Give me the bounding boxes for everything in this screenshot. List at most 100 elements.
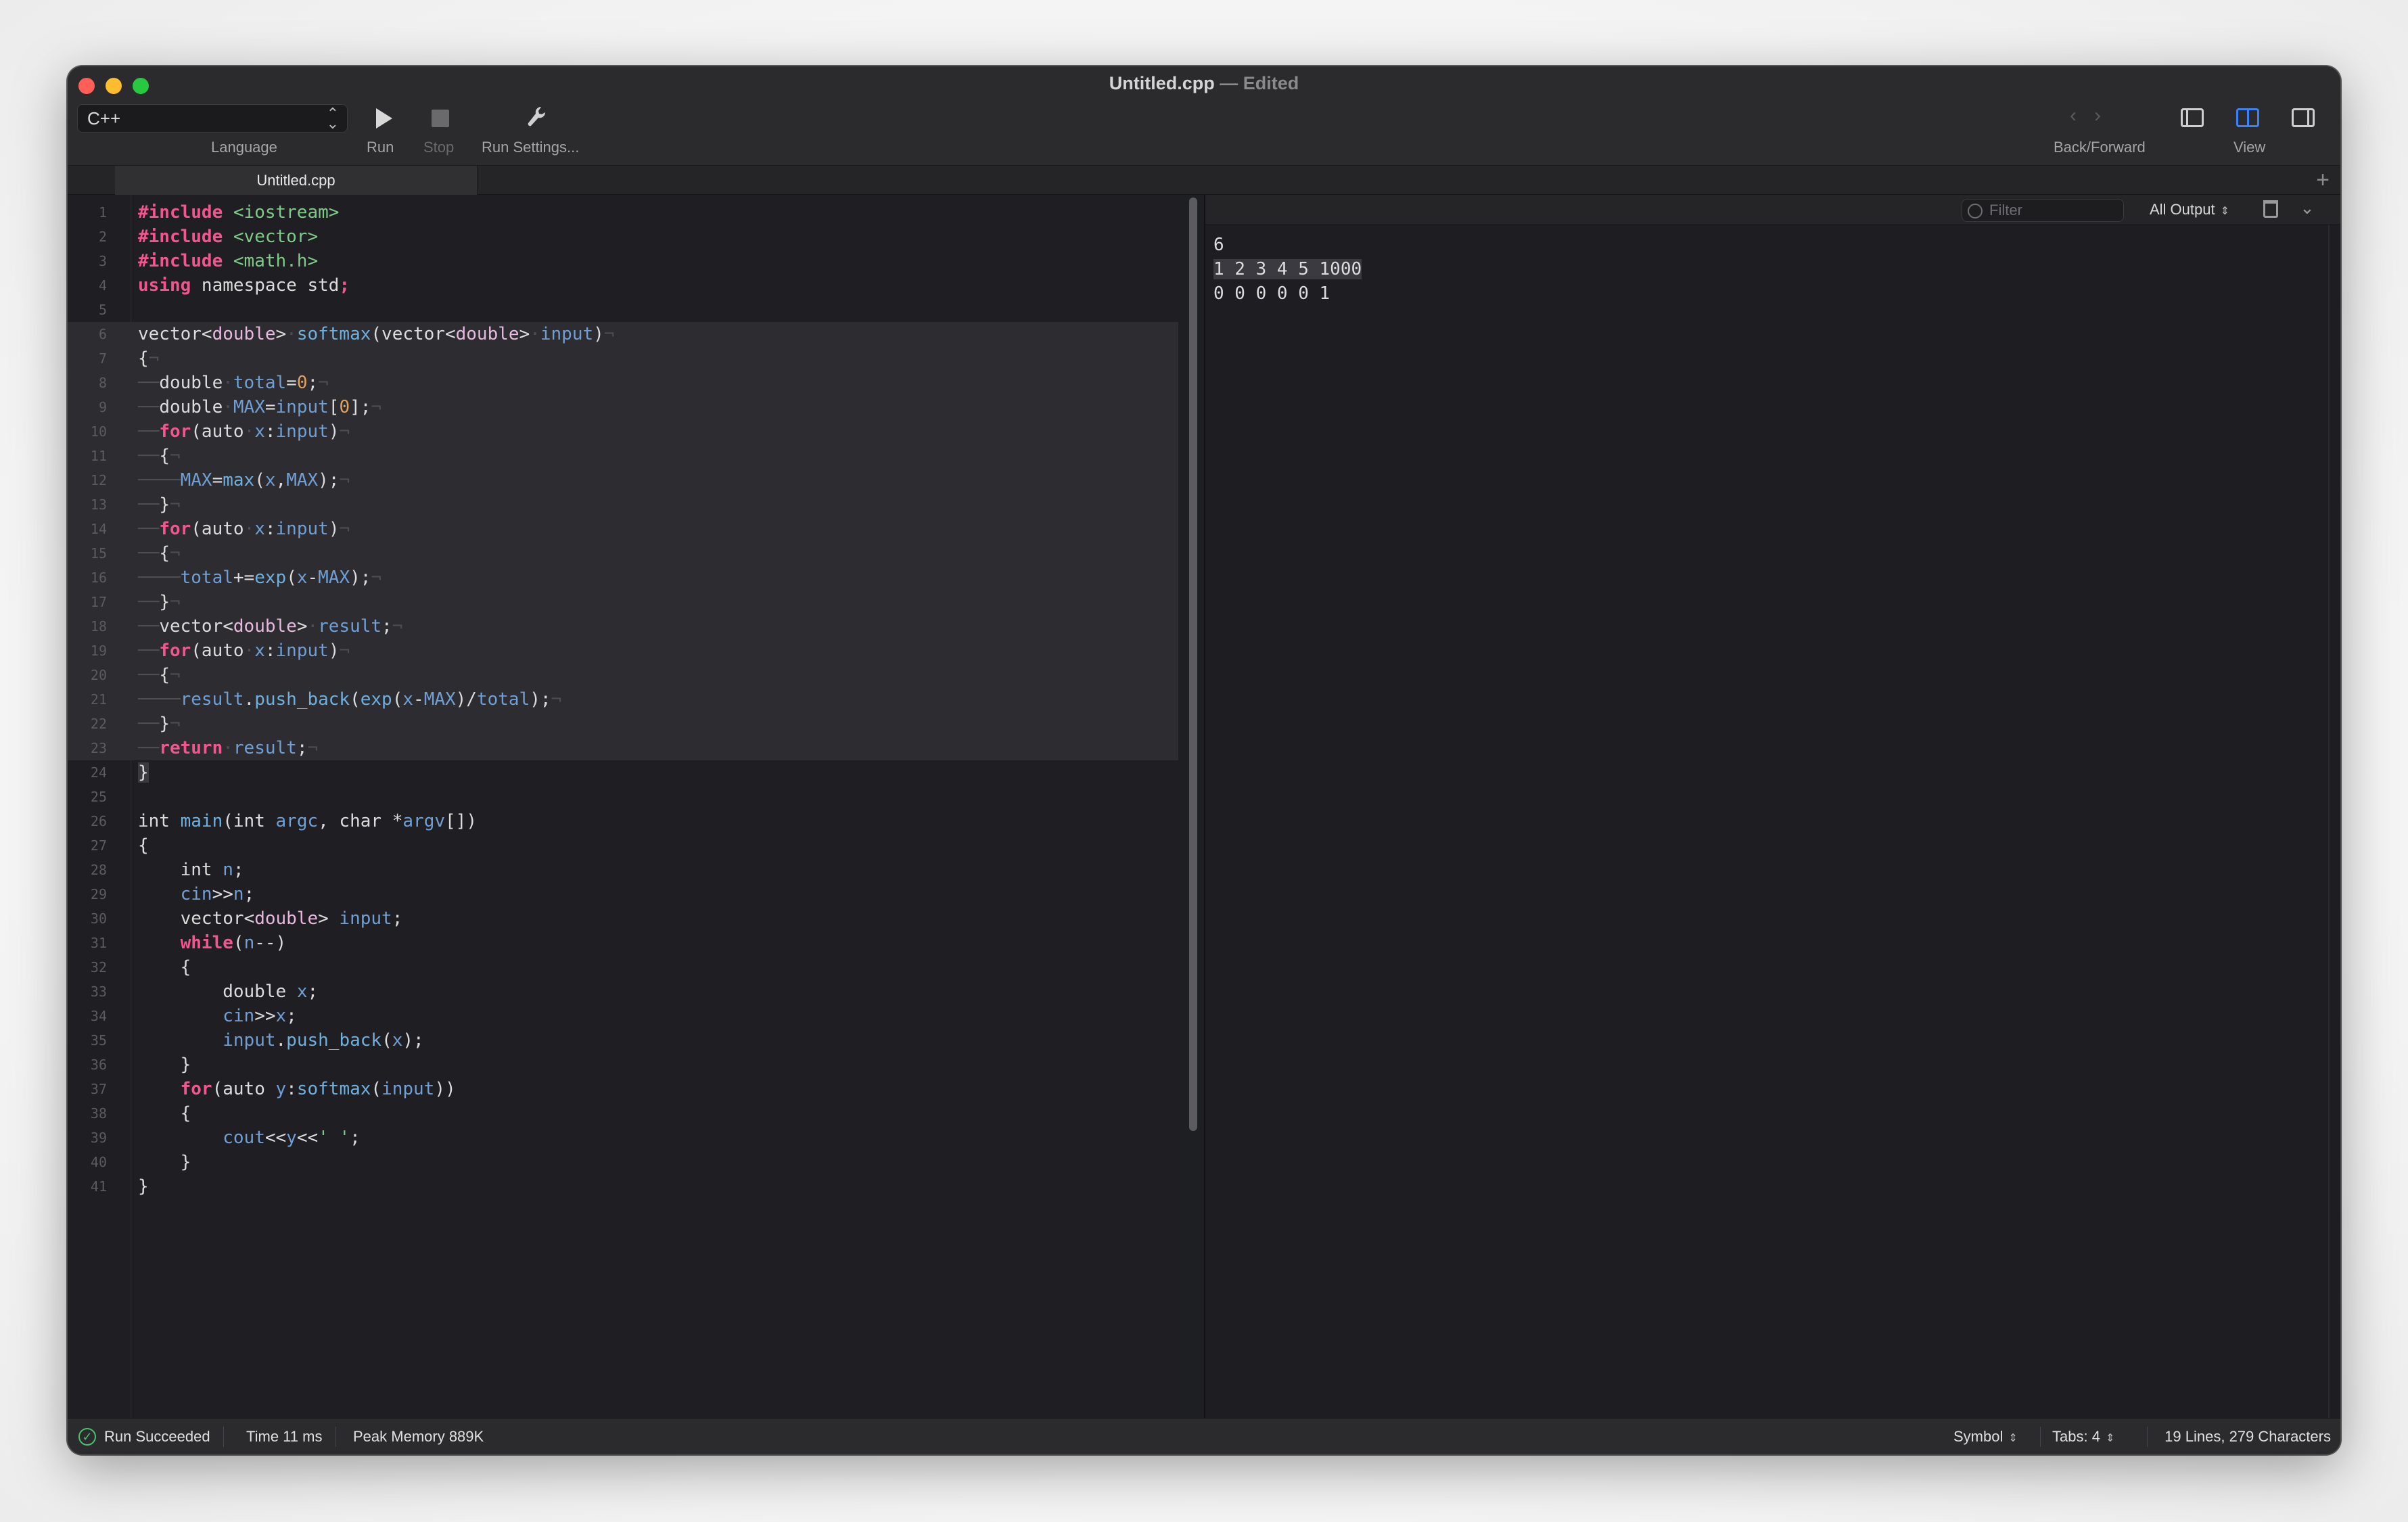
code-line: 6 vector<double>·softmax(vector<double>·i… (68, 322, 1178, 346)
divider (2040, 1427, 2041, 1447)
window-title: Untitled.cpp — Edited (68, 73, 2340, 94)
code-line: 21 ────result.push_back(exp(x-MAX)/total)… (68, 687, 1178, 712)
output-pane: Filter All Output ⇕ ⌄ 6 1 2 3 4 5 1000 0 … (1205, 195, 2340, 1418)
code-line: 23 ──return·result;¬ (68, 736, 1178, 760)
tabs-select[interactable]: Tabs: 4 ⇕ (2052, 1419, 2114, 1454)
run-status: Run Succeeded (104, 1428, 210, 1445)
code-line: 14 ──for(auto·x:input)¬ (68, 517, 1178, 541)
checkmark-circle-icon: ✓ (78, 1428, 96, 1446)
chevron-down-icon[interactable]: ⌄ (2300, 198, 2315, 218)
output-line: 6 (1213, 235, 1224, 255)
document-name: Untitled.cpp (1109, 73, 1215, 93)
peak-memory: Peak Memory 889K (353, 1428, 484, 1445)
output-toolbar: Filter All Output ⇕ ⌄ (1205, 195, 2340, 225)
code-line: 19 ──for(auto·x:input)¬ (68, 639, 1178, 663)
output-line: 0 0 0 0 0 1 (1213, 283, 1330, 304)
code-line: 2 #include <vector> (98, 227, 319, 247)
run-icon[interactable] (376, 108, 392, 129)
trash-icon[interactable] (2263, 200, 2278, 218)
document-stats: 19 Lines, 279 Characters (2164, 1428, 2331, 1445)
output-line: 1 2 3 4 5 1000 (1213, 257, 1362, 281)
code-line: 32 { (90, 957, 191, 977)
tab-untitled-cpp[interactable]: Untitled.cpp (115, 166, 478, 195)
code-line: 12 ────MAX=max(x,MAX);¬ (68, 468, 1178, 492)
code-line: 33 double x; (90, 982, 319, 1002)
language-value: C++ (87, 108, 121, 129)
wrench-icon[interactable] (526, 106, 547, 129)
code-line: 34 cin>>x; (90, 1006, 297, 1026)
tab-bar: Untitled.cpp + (68, 165, 2340, 195)
run-settings-label[interactable]: Run Settings... (482, 139, 579, 156)
view-label: View (2233, 139, 2266, 156)
code-line: 11 ──{¬ (68, 444, 1178, 468)
code-line: 16 ────total+=exp(x-MAX);¬ (68, 566, 1178, 590)
code-line: 26 int main(int argc, char *argv[]) (90, 811, 477, 831)
split-view-icon[interactable] (2236, 108, 2259, 127)
code-line: 5 (98, 302, 107, 318)
chevron-updown-icon: ⌃ ⌄ (326, 105, 339, 132)
divider (223, 1427, 224, 1447)
left-sidebar-toggle-icon[interactable] (2181, 108, 2204, 127)
chevron-updown-icon: ⇕ (2220, 206, 2230, 217)
code-line: 29 cin>>n; (90, 884, 255, 904)
code-line: 30 vector<double> input; (90, 908, 403, 929)
code-line: 8 ──double·total=0;¬ (68, 371, 1178, 395)
code-line: 40 } (90, 1152, 191, 1172)
output-line-input: 1 2 3 4 5 1000 (1213, 259, 1362, 279)
code-line: 9 ──double·MAX=input[0];¬ (68, 395, 1178, 419)
code-line: 20 ──{¬ (68, 663, 1178, 687)
toolbar: Untitled.cpp — Edited C++ ⌃ ⌄ Language Ru… (68, 66, 2340, 165)
symbol-select[interactable]: Symbol ⇕ (1953, 1419, 2018, 1454)
forward-icon[interactable]: › (2094, 104, 2118, 126)
code-line: 15 ──{¬ (68, 541, 1178, 566)
code-editor[interactable]: 1 #include <iostream> 2 #include <vector> … (68, 195, 1178, 1418)
language-select[interactable]: C++ ⌃ ⌄ (77, 104, 348, 133)
code-line: 27{ (90, 835, 149, 856)
code-line: 41} (90, 1176, 149, 1197)
code-line: 10 ──for(auto·x:input)¬ (68, 419, 1178, 444)
back-icon[interactable]: ‹ (2070, 104, 2094, 126)
output-scroll-track[interactable] (2328, 225, 2330, 1418)
filter-input[interactable]: Filter (1962, 199, 2124, 222)
add-tab-icon[interactable]: + (2316, 167, 2330, 193)
chevron-updown-icon: ⇕ (2105, 1433, 2115, 1444)
code-line: 28 int n; (90, 860, 244, 880)
output-scope-value: All Output (2150, 201, 2215, 218)
document-status: Edited (1243, 73, 1299, 93)
code-line: 4 using namespace std; (98, 275, 350, 296)
code-line: 3 #include <math.h> (98, 251, 319, 271)
code-line: 7 {¬ (68, 346, 1178, 371)
code-line: 24} (90, 762, 149, 783)
stop-icon[interactable] (432, 110, 449, 127)
code-line: 31 while(n--) (90, 933, 287, 953)
language-label: Language (211, 139, 277, 156)
status-bar: ✓ Run Succeeded Time 11 ms Peak Memory 8… (68, 1418, 2340, 1454)
title-separator: — (1220, 73, 1238, 93)
code-line: 37 for(auto y:softmax(input)) (90, 1079, 456, 1099)
code-line: 13 ──}¬ (68, 492, 1178, 517)
code-line: 22 ──}¬ (68, 712, 1178, 736)
chevron-updown-icon: ⇕ (2008, 1433, 2018, 1444)
back-forward-arrows[interactable]: ‹› (2070, 104, 2118, 127)
run-time: Time 11 ms (246, 1428, 323, 1445)
stop-label[interactable]: Stop (423, 139, 454, 156)
filter-icon (1968, 204, 1983, 218)
tabs-value: Tabs: 4 (2052, 1428, 2100, 1445)
code-line: 38 { (90, 1103, 191, 1124)
editor-scrollbar[interactable] (1189, 198, 1197, 1131)
back-forward-label: Back/Forward (2054, 139, 2146, 156)
code-line: 39 cout<<y<<' '; (90, 1128, 361, 1148)
code-line: 18 ──vector<double>·result;¬ (68, 614, 1178, 639)
divider (335, 1427, 336, 1447)
app-window: Untitled.cpp — Edited C++ ⌃ ⌄ Language Ru… (68, 66, 2340, 1454)
right-sidebar-toggle-icon[interactable] (2292, 108, 2315, 127)
run-label[interactable]: Run (367, 139, 394, 156)
code-lines: 1 #include <iostream> 2 #include <vector> … (68, 200, 1178, 1199)
output-scope-select[interactable]: All Output ⇕ (2150, 199, 2229, 223)
filter-placeholder: Filter (1989, 202, 2022, 218)
symbol-value: Symbol (1953, 1428, 2004, 1445)
code-line: 17 ──}¬ (68, 590, 1178, 614)
divider (2147, 1427, 2148, 1447)
code-line: 25 (90, 789, 107, 805)
console-output[interactable]: 6 1 2 3 4 5 1000 0 0 0 0 0 1 (1213, 233, 1362, 306)
